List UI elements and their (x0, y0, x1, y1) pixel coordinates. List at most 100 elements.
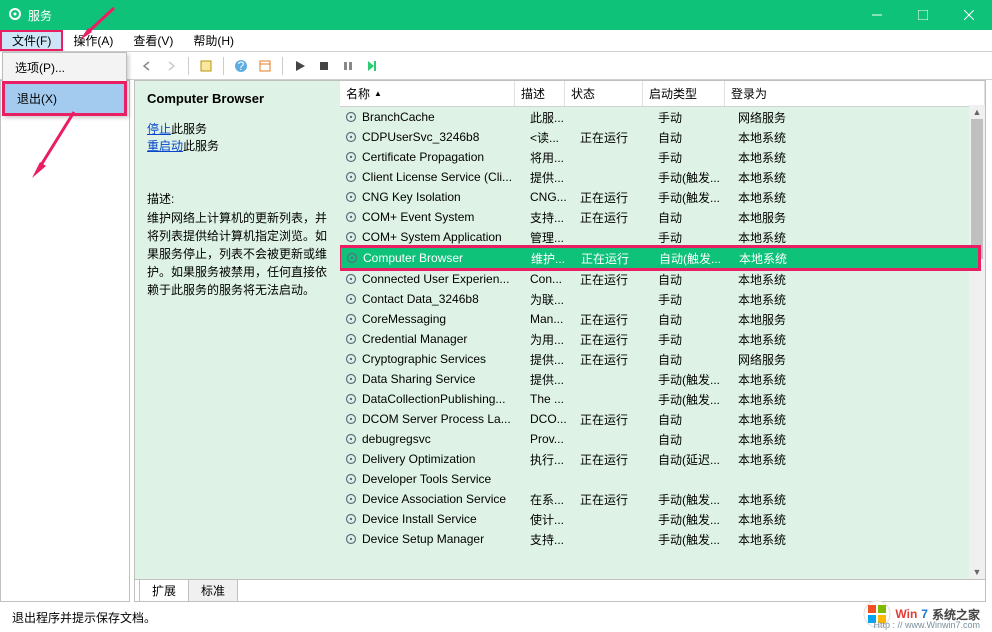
table-row[interactable]: Computer Browser维护...正在运行自动(触发...本地系统 (340, 245, 981, 271)
restart-link[interactable]: 重启动 (147, 139, 183, 153)
table-row[interactable]: Certificate Propagation将用...手动本地系统 (340, 147, 985, 167)
forward-button[interactable] (160, 55, 182, 77)
table-row[interactable]: Client License Service (Cli...提供...手动(触发… (340, 167, 985, 187)
restart-button[interactable] (361, 55, 383, 77)
table-row[interactable]: COM+ Event System支持...正在运行自动本地服务 (340, 207, 985, 227)
gear-icon (344, 452, 358, 466)
table-row[interactable]: Contact Data_3246b8为联...手动本地系统 (340, 289, 985, 309)
gear-icon (344, 130, 358, 144)
scrollbar-thumb[interactable] (971, 119, 983, 259)
cell-name: BranchCache (362, 110, 530, 124)
cell-start: 手动(触发... (658, 531, 738, 548)
refresh-button[interactable] (254, 55, 276, 77)
cell-name: Delivery Optimization (362, 452, 530, 466)
cell-logon: 本地系统 (738, 331, 985, 348)
watermark: Win7系统之家 Http : // www.Winwin7.com (863, 600, 980, 628)
table-row[interactable]: Connected User Experien...Con...正在运行自动本地… (340, 269, 985, 289)
table-row[interactable]: Data Sharing Service提供...手动(触发...本地系统 (340, 369, 985, 389)
cell-start: 手动 (658, 109, 738, 126)
table-row[interactable]: Device Association Service在系...正在运行手动(触发… (340, 489, 985, 509)
gear-icon (344, 412, 358, 426)
cell-status: 正在运行 (581, 250, 659, 267)
menu-file[interactable]: 文件(F) (0, 30, 63, 51)
menu-help[interactable]: 帮助(H) (183, 30, 244, 51)
cell-logon: 本地系统 (738, 511, 985, 528)
table-row[interactable]: CoreMessagingMan...正在运行自动本地服务 (340, 309, 985, 329)
table-row[interactable]: Cryptographic Services提供...正在运行自动网络服务 (340, 349, 985, 369)
scroll-up-icon[interactable]: ▲ (969, 105, 985, 119)
close-button[interactable] (946, 0, 992, 30)
cell-start: 自动 (658, 209, 738, 226)
cell-start: 自动 (658, 431, 738, 448)
table-row[interactable]: Device Setup Manager支持...手动(触发...本地系统 (340, 529, 985, 549)
tab-extended[interactable]: 扩展 (139, 579, 189, 601)
restart-line: 重启动此服务 (147, 137, 328, 154)
cell-desc: CNG... (530, 190, 580, 204)
cell-start: 自动 (658, 411, 738, 428)
gear-icon (344, 432, 358, 446)
pause-button[interactable] (337, 55, 359, 77)
gear-icon (344, 292, 358, 306)
cell-name: Developer Tools Service (362, 472, 530, 486)
cell-start: 手动(触发... (658, 511, 738, 528)
table-row[interactable]: DataCollectionPublishing...The ...手动(触发.… (340, 389, 985, 409)
help-button[interactable]: ? (230, 55, 252, 77)
tree-panel: 服务(本地) (0, 80, 130, 602)
stop-button[interactable] (313, 55, 335, 77)
menu-options[interactable]: 选项(P)... (3, 53, 126, 82)
cell-start: 手动(触发... (658, 169, 738, 186)
list-header: 名称 ▲ 描述 状态 启动类型 登录为 (340, 81, 985, 107)
cell-status: 正在运行 (580, 311, 658, 328)
maximize-button[interactable] (900, 0, 946, 30)
cell-status: 正在运行 (580, 351, 658, 368)
minimize-button[interactable] (854, 0, 900, 30)
table-row[interactable]: COM+ System Application管理...手动本地系统 (340, 227, 985, 247)
table-row[interactable]: Developer Tools Service (340, 469, 985, 489)
properties-button[interactable] (195, 55, 217, 77)
table-row[interactable]: Device Install Service使计...手动(触发...本地系统 (340, 509, 985, 529)
cell-status: 正在运行 (580, 209, 658, 226)
cell-desc: 此服... (530, 109, 580, 126)
stop-link[interactable]: 停止 (147, 122, 171, 136)
back-button[interactable] (136, 55, 158, 77)
play-button[interactable] (289, 55, 311, 77)
col-status[interactable]: 状态 (565, 81, 643, 106)
app-icon (8, 7, 22, 24)
separator (223, 57, 224, 75)
table-row[interactable]: CDPUserSvc_3246b8<读...正在运行自动本地系统 (340, 127, 985, 147)
cell-logon: 本地系统 (738, 291, 985, 308)
table-row[interactable]: debugregsvcProv...自动本地系统 (340, 429, 985, 449)
cell-name: Client License Service (Cli... (362, 170, 530, 184)
table-row[interactable]: Credential Manager为用...正在运行手动本地系统 (340, 329, 985, 349)
vertical-scrollbar[interactable]: ▲ ▼ (969, 105, 985, 579)
status-text: 退出程序并提示保存文档。 (12, 609, 156, 626)
separator (188, 57, 189, 75)
col-logon[interactable]: 登录为 (725, 81, 985, 106)
gear-icon (344, 372, 358, 386)
cell-desc: 将用... (530, 149, 580, 166)
gear-icon (344, 272, 358, 286)
col-desc[interactable]: 描述 (515, 81, 565, 106)
cell-start: 手动 (658, 291, 738, 308)
menu-exit[interactable]: 退出(X) (2, 81, 127, 116)
cell-status: 正在运行 (580, 189, 658, 206)
menu-action[interactable]: 操作(A) (63, 30, 123, 51)
cell-logon: 网络服务 (738, 109, 985, 126)
col-name[interactable]: 名称 ▲ (340, 81, 515, 106)
cell-start: 手动(触发... (658, 491, 738, 508)
cell-start: 自动(触发... (659, 250, 739, 267)
menu-view[interactable]: 查看(V) (123, 30, 183, 51)
list-body: BranchCache此服...手动网络服务CDPUserSvc_3246b8<… (340, 107, 985, 579)
cell-desc: 为联... (530, 291, 580, 308)
table-row[interactable]: BranchCache此服... 手动网络服务 (340, 107, 985, 127)
col-start[interactable]: 启动类型 (643, 81, 725, 106)
cell-status: 正在运行 (580, 491, 658, 508)
table-row[interactable]: DCOM Server Process La...DCO...正在运行自动本地系… (340, 409, 985, 429)
statusbar: 退出程序并提示保存文档。 (6, 606, 986, 628)
scroll-down-icon[interactable]: ▼ (969, 565, 985, 579)
tab-standard[interactable]: 标准 (188, 579, 238, 601)
cell-name: Cryptographic Services (362, 352, 530, 366)
table-row[interactable]: Delivery Optimization执行...正在运行自动(延迟...本地… (340, 449, 985, 469)
cell-logon: 本地系统 (738, 271, 985, 288)
table-row[interactable]: CNG Key IsolationCNG...正在运行手动(触发...本地系统 (340, 187, 985, 207)
